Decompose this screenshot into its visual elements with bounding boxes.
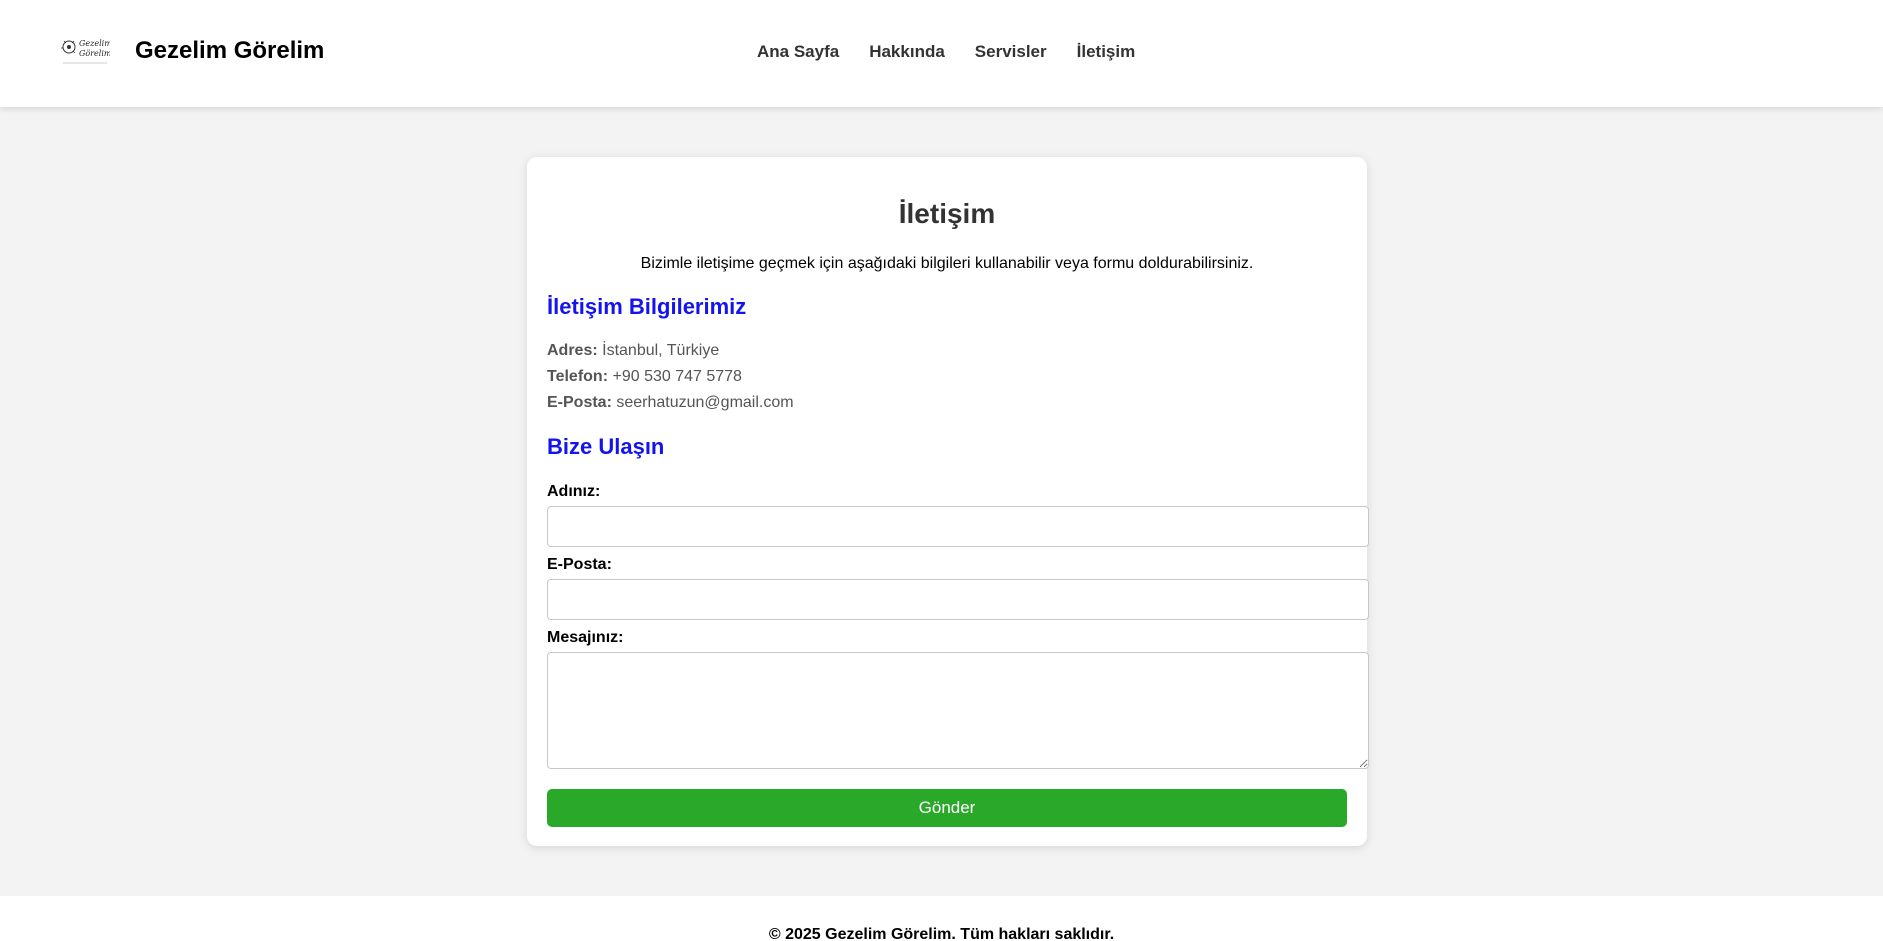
email-value: seerhatuzun@gmail.com <box>616 394 794 411</box>
site-footer: © 2025 Gezelim Görelim. Tüm hakları sakl… <box>0 896 1883 941</box>
site-logo[interactable]: Gezelim Görelim <box>60 34 110 68</box>
email-input[interactable] <box>547 579 1369 620</box>
address-value: İstanbul, Türkiye <box>602 342 720 359</box>
message-label: Mesajınız: <box>547 629 624 646</box>
email-form-label: E-Posta: <box>547 556 612 573</box>
address-line: Adres: İstanbul, Türkiye <box>547 342 719 360</box>
copyright-text: © 2025 Gezelim Görelim. Tüm hakları sakl… <box>768 926 1115 941</box>
message-textarea[interactable] <box>547 652 1369 769</box>
phone-value: +90 530 747 5778 <box>612 368 742 385</box>
nav-contact[interactable]: İletişim <box>1077 42 1136 62</box>
intro-text: Bizimle iletişime geçmek için aşağıdaki … <box>640 255 1254 272</box>
send-button[interactable]: Gönder <box>547 789 1347 827</box>
page-title: İletişim <box>898 198 996 229</box>
nav-about[interactable]: Hakkında <box>869 42 945 62</box>
email-label: E-Posta: <box>547 394 612 411</box>
phone-line: Telefon: +90 530 747 5778 <box>547 368 742 386</box>
name-label: Adınız: <box>547 483 601 500</box>
nav-home[interactable]: Ana Sayfa <box>757 42 839 62</box>
site-title[interactable]: Gezelim Görelim <box>135 37 324 65</box>
name-input[interactable] <box>547 506 1369 547</box>
email-line: E-Posta: seerhatuzun@gmail.com <box>547 394 794 412</box>
main-nav: Ana Sayfa Hakkında Servisler İletişim <box>757 42 1165 62</box>
contact-card: İletişim Bizimle iletişime geçmek için a… <box>527 157 1369 846</box>
svg-text:Görelim: Görelim <box>79 49 110 58</box>
nav-services[interactable]: Servisler <box>975 42 1047 62</box>
contact-info-heading: İletişim Bilgilerimiz <box>547 294 747 319</box>
svg-text:Gezelim: Gezelim <box>79 39 110 48</box>
phone-label: Telefon: <box>547 368 609 385</box>
site-header: Gezelim Görelim Gezelim Görelim Ana Sayf… <box>0 0 1883 107</box>
form-heading: Bize Ulaşın <box>547 434 665 459</box>
address-label: Adres: <box>547 342 598 359</box>
